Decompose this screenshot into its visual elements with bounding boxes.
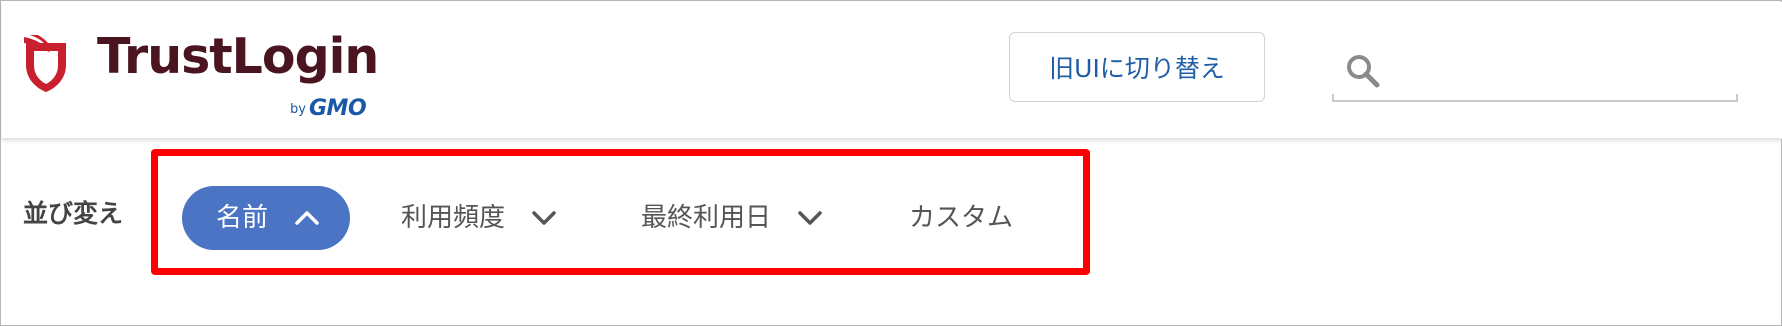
app-window: TrustLogin by GMO 旧UIに切り替え 並び変え 名前 利用頻度 — [0, 0, 1782, 326]
chevron-down-icon — [797, 210, 823, 226]
gmo-logo: GMO — [309, 96, 367, 121]
chevron-down-icon — [531, 210, 557, 226]
chevron-up-icon — [294, 210, 320, 226]
trustlogin-shield-logo-icon — [22, 31, 70, 95]
header-bar: TrustLogin by GMO 旧UIに切り替え — [2, 2, 1782, 139]
brand-wordmark: TrustLogin — [97, 28, 379, 85]
sort-option-last-used[interactable]: 最終利用日 — [641, 186, 823, 250]
sort-option-label: 名前 — [216, 203, 269, 233]
brand-by-text: by — [290, 102, 306, 117]
sort-option-frequency[interactable]: 利用頻度 — [401, 186, 557, 250]
switch-old-ui-button[interactable]: 旧UIに切り替え — [1009, 32, 1265, 102]
sort-option-custom[interactable]: カスタム — [909, 186, 1013, 250]
search-input[interactable] — [1390, 48, 1734, 94]
sort-option-label: カスタム — [909, 203, 1014, 233]
search-icon[interactable] — [1344, 52, 1382, 90]
search-box — [1332, 42, 1738, 102]
sort-label: 並び変え — [23, 199, 124, 228]
sort-option-name[interactable]: 名前 — [182, 186, 350, 250]
sort-option-label: 最終利用日 — [641, 203, 772, 233]
sort-option-label: 利用頻度 — [401, 203, 506, 233]
